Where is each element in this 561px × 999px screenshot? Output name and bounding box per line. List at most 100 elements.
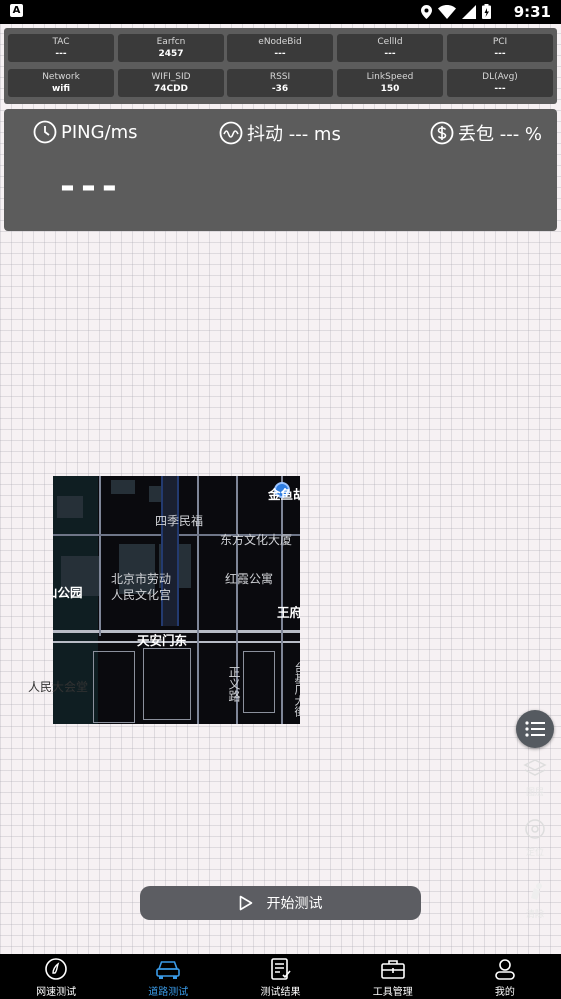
map-block	[57, 496, 83, 518]
loss-metric: 丢包 --- %	[430, 120, 542, 146]
nav-road-test[interactable]: 道路测试	[112, 954, 224, 999]
cell-label: DL(Avg)	[482, 72, 518, 82]
location-icon	[421, 4, 432, 19]
map-label: 东方文化大厦	[220, 533, 293, 547]
clear-tool-label: 清除	[525, 910, 544, 920]
info-cell-enodebid: eNodeBid ---	[227, 34, 333, 62]
cell-label: LinkSpeed	[366, 72, 414, 82]
map-label: 金鱼胡同	[268, 487, 300, 502]
map-label: 台基厂大街	[293, 662, 300, 717]
map-label: 王府井	[277, 605, 300, 620]
start-test-button[interactable]: 开始测试	[140, 886, 421, 920]
wifi-icon	[438, 4, 456, 19]
cell-value: ---	[384, 49, 396, 59]
ping-value: ---	[60, 166, 123, 207]
cell-value: ---	[274, 49, 286, 59]
menu-fab-button[interactable]	[516, 710, 554, 748]
cell-value: ---	[494, 49, 506, 59]
locate-tool[interactable]: 定位	[518, 816, 552, 858]
nav-label: 网速测试	[36, 987, 77, 998]
clock-icon	[33, 120, 57, 144]
cell-label: WIFI_SID	[151, 72, 191, 82]
clear-icon	[531, 883, 542, 900]
info-cell-network: Network wifi	[8, 69, 114, 97]
nav-speed-test[interactable]: 网速测试	[0, 954, 112, 999]
packet-loss-icon	[430, 121, 454, 145]
cell-label: Network	[42, 72, 80, 82]
info-cell-wifi-sid: WIFI_SID 74CDD	[118, 69, 224, 97]
nav-label: 测试结果	[260, 987, 301, 998]
map-moat	[161, 476, 179, 626]
map-label-outside: 人民大会堂	[28, 680, 89, 694]
cell-label: RSSI	[269, 72, 291, 82]
network-info-panel: TAC --- Earfcn 2457 eNodeBid --- CellId …	[4, 28, 557, 104]
jitter-metric: 抖动 --- ms	[219, 120, 341, 146]
loss-label: 丢包 --- %	[458, 124, 543, 145]
nav-label: 工具管理	[372, 987, 413, 998]
wave-icon	[219, 121, 243, 145]
toolbox-icon	[380, 960, 405, 979]
layer-tool-label: 图层	[525, 788, 544, 798]
info-cell-earfcn: Earfcn 2457	[118, 34, 224, 62]
nav-tools[interactable]: 工具管理	[337, 954, 449, 999]
info-cell-rssi: RSSI -36	[227, 69, 333, 97]
info-cell-cellid: CellId ---	[337, 34, 443, 62]
bottom-nav: 网速测试 道路测试 测试结果 工具管理 我的	[0, 954, 561, 999]
cell-value: ---	[494, 84, 506, 94]
jitter-label: 抖动 --- ms	[247, 124, 341, 145]
layers-icon	[523, 759, 547, 776]
car-icon	[156, 961, 181, 979]
clear-tool[interactable]: 清除	[518, 878, 552, 920]
info-cell-tac: TAC ---	[8, 34, 114, 62]
cell-value: 2457	[158, 49, 184, 59]
map-label: 天安门东	[137, 633, 188, 648]
play-icon	[239, 895, 252, 911]
ping-metric: PING/ms	[33, 120, 138, 144]
map-outline	[93, 651, 135, 723]
cell-label: TAC	[52, 37, 70, 47]
cell-label: eNodeBid	[258, 37, 302, 47]
cell-value: ---	[55, 49, 67, 59]
checklist-icon	[270, 958, 291, 980]
map-outline	[243, 651, 275, 713]
status-bar: A 9:31	[0, 0, 561, 24]
list-icon	[525, 721, 545, 737]
cell-label: Earfcn	[156, 37, 186, 47]
map-label: 红霞公寓	[225, 572, 274, 586]
status-icons	[421, 4, 491, 19]
clock: 9:31	[513, 3, 551, 21]
map-road	[99, 476, 101, 636]
cell-value: -36	[271, 84, 289, 94]
map-label: 山公园	[53, 585, 83, 600]
map-label: 正义路	[227, 666, 241, 702]
cell-value: 74CDD	[153, 84, 189, 94]
map-label: 四季民福	[155, 514, 204, 528]
signal-icon	[462, 4, 476, 19]
nav-label: 我的	[494, 987, 515, 998]
map-view[interactable]: 金鱼胡同 四季民福 东方文化大厦 山公园 北京市劳动 人民文化宫 红霞公寓 王府…	[53, 476, 300, 724]
layer-tool[interactable]: 图层	[518, 756, 552, 798]
locate-tool-label: 定位	[525, 848, 544, 858]
info-cell-dl-avg: DL(Avg) ---	[447, 69, 553, 97]
nav-profile[interactable]: 我的	[449, 954, 561, 999]
nav-test-results[interactable]: 测试结果	[224, 954, 336, 999]
app-badge-icon: A	[10, 4, 23, 17]
crosshair-icon	[525, 819, 545, 839]
map-road	[281, 476, 283, 724]
person-icon	[495, 959, 515, 980]
ping-panel: PING/ms 抖动 --- ms 丢包 --- % ---	[4, 109, 557, 231]
info-cell-pci: PCI ---	[447, 34, 553, 62]
battery-icon	[482, 4, 491, 19]
ping-label: PING/ms	[61, 121, 138, 143]
cell-label: CellId	[377, 37, 403, 47]
start-test-label: 开始测试	[266, 896, 323, 912]
nav-label: 道路测试	[148, 987, 189, 998]
map-label: 北京市劳动	[111, 572, 172, 586]
speed-icon	[45, 958, 67, 980]
map-block	[111, 480, 135, 494]
cell-value: 150	[380, 84, 400, 94]
info-cell-linkspeed: LinkSpeed 150	[337, 69, 443, 97]
map-outline	[143, 648, 191, 720]
map-label: 人民文化宫	[111, 588, 172, 602]
cell-value: wifi	[51, 84, 71, 94]
